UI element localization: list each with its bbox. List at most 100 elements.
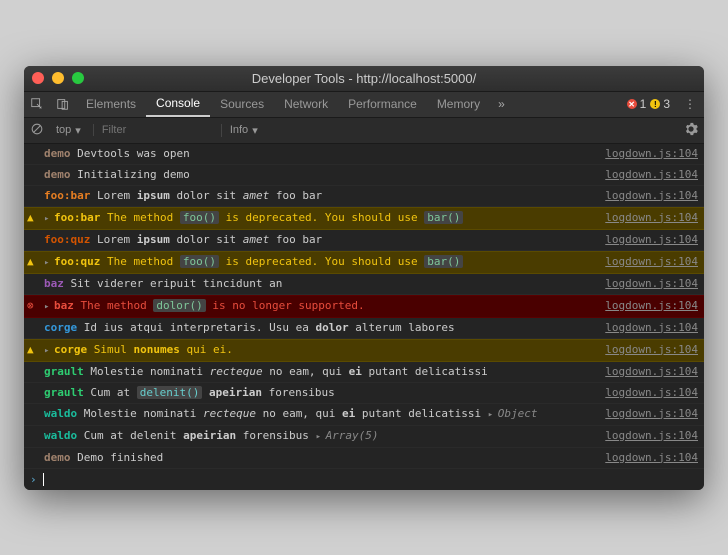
clear-console-icon[interactable]: [30, 122, 44, 139]
error-badge[interactable]: ✕1: [627, 97, 647, 111]
log-message: waldo Cum at delenit apeirian forensibus…: [44, 428, 597, 445]
console-row: grault Cum at delenit() apeirian forensi…: [24, 383, 704, 404]
expand-icon[interactable]: ▸: [44, 211, 54, 227]
console-filter-bar: top ▾ Info ▾: [24, 118, 704, 144]
console-row: demo Demo finishedlogdown.js:104: [24, 448, 704, 469]
source-link[interactable]: logdown.js:104: [597, 188, 698, 204]
tab-network[interactable]: Network: [274, 92, 338, 117]
expand-icon[interactable]: ▸: [44, 343, 54, 359]
expand-icon[interactable]: ▸: [44, 299, 54, 315]
level-label: Info: [230, 124, 248, 136]
log-prefix: grault: [44, 386, 84, 399]
warning-icon: !: [650, 99, 660, 109]
main-toolbar: ElementsConsoleSourcesNetworkPerformance…: [24, 92, 704, 118]
chevron-down-icon: ▾: [252, 124, 258, 137]
log-prefix: corge: [44, 321, 77, 334]
log-message: foo:bar Lorem ipsum dolor sit amet foo b…: [44, 188, 597, 204]
console-row: corge Id ius atqui interpretaris. Usu ea…: [24, 318, 704, 339]
prompt-caret-icon: ›: [30, 473, 37, 486]
console-prompt[interactable]: ›: [24, 469, 704, 490]
error-icon: ⊗: [27, 299, 34, 312]
console-row: demo Devtools was openlogdown.js:104: [24, 144, 704, 165]
console-row: baz Sit viderer eripuit tincidunt anlogd…: [24, 274, 704, 295]
log-prefix: baz: [54, 299, 74, 312]
zoom-button[interactable]: [72, 72, 84, 84]
inspect-icon[interactable]: [24, 91, 50, 117]
expand-icon[interactable]: ▸: [44, 255, 54, 271]
tab-elements[interactable]: Elements: [76, 92, 146, 117]
log-prefix: foo:quz: [44, 233, 90, 246]
source-link[interactable]: logdown.js:104: [597, 146, 698, 162]
source-link[interactable]: logdown.js:104: [597, 450, 698, 466]
minimize-button[interactable]: [52, 72, 64, 84]
warning-icon: ▲: [27, 343, 34, 356]
traffic-lights: [32, 72, 84, 84]
devtools-window: Developer Tools - http://localhost:5000/…: [24, 66, 704, 490]
source-link[interactable]: logdown.js:104: [597, 342, 698, 359]
console-output: demo Devtools was openlogdown.js:104demo…: [24, 144, 704, 490]
source-link[interactable]: logdown.js:104: [597, 406, 698, 423]
source-link[interactable]: logdown.js:104: [597, 428, 698, 445]
source-link[interactable]: logdown.js:104: [597, 167, 698, 183]
error-icon: ✕: [627, 99, 637, 109]
log-message: demo Demo finished: [44, 450, 597, 466]
tab-sources[interactable]: Sources: [210, 92, 274, 117]
log-message: ▸corge Simul nonumes qui ei.: [44, 342, 597, 359]
more-tabs-icon[interactable]: »: [490, 97, 513, 111]
console-row: foo:quz Lorem ipsum dolor sit amet foo b…: [24, 230, 704, 251]
console-row: ▲ ▸foo:quz The method foo() is deprecated…: [24, 251, 704, 274]
panel-tabs: ElementsConsoleSourcesNetworkPerformance…: [76, 92, 490, 117]
close-button[interactable]: [32, 72, 44, 84]
log-level-selector[interactable]: Info ▾: [221, 124, 258, 137]
log-prefix: foo:quz: [54, 255, 100, 268]
device-toggle-icon[interactable]: [50, 91, 76, 117]
log-message: foo:quz Lorem ipsum dolor sit amet foo b…: [44, 232, 597, 248]
filter-input[interactable]: [93, 124, 213, 136]
warning-badge[interactable]: !3: [650, 97, 670, 111]
kebab-menu-icon[interactable]: ⋮: [676, 97, 704, 111]
log-prefix: grault: [44, 365, 84, 378]
console-row: grault Molestie nominati recteque no eam…: [24, 362, 704, 383]
log-prefix: baz: [44, 277, 64, 290]
source-link[interactable]: logdown.js:104: [597, 364, 698, 380]
console-row: waldo Cum at delenit apeirian forensibus…: [24, 426, 704, 448]
log-message: grault Cum at delenit() apeirian forensi…: [44, 385, 597, 401]
log-message: ▸foo:quz The method foo() is deprecated.…: [44, 254, 597, 271]
warning-icon: ▲: [27, 255, 34, 268]
console-row: ▲ ▸corge Simul nonumes qui ei.logdown.js:…: [24, 339, 704, 362]
source-link[interactable]: logdown.js:104: [597, 210, 698, 227]
console-settings-icon[interactable]: [684, 122, 698, 139]
window-title: Developer Tools - http://localhost:5000/: [24, 71, 704, 86]
source-link[interactable]: logdown.js:104: [597, 276, 698, 292]
tab-memory[interactable]: Memory: [427, 92, 490, 117]
warning-icon: ▲: [27, 211, 34, 224]
console-row: demo Initializing demologdown.js:104: [24, 165, 704, 186]
context-label: top: [56, 124, 71, 136]
source-link[interactable]: logdown.js:104: [597, 385, 698, 401]
tab-console[interactable]: Console: [146, 92, 210, 117]
log-prefix: demo: [44, 168, 71, 181]
log-message: grault Molestie nominati recteque no eam…: [44, 364, 597, 380]
log-message: corge Id ius atqui interpretaris. Usu ea…: [44, 320, 597, 336]
console-row: foo:bar Lorem ipsum dolor sit amet foo b…: [24, 186, 704, 207]
console-row: ⊗ ▸baz The method dolor() is no longer su…: [24, 295, 704, 318]
log-prefix: waldo: [44, 407, 77, 420]
text-cursor: [43, 473, 44, 486]
log-message: demo Initializing demo: [44, 167, 597, 183]
log-prefix: corge: [54, 343, 87, 356]
log-message: ▸baz The method dolor() is no longer sup…: [44, 298, 597, 315]
source-link[interactable]: logdown.js:104: [597, 254, 698, 271]
tab-performance[interactable]: Performance: [338, 92, 427, 117]
log-message: ▸foo:bar The method foo() is deprecated.…: [44, 210, 597, 227]
source-link[interactable]: logdown.js:104: [597, 232, 698, 248]
status-badges: ✕1 !3: [627, 97, 676, 111]
log-prefix: foo:bar: [54, 211, 100, 224]
log-prefix: foo:bar: [44, 189, 90, 202]
source-link[interactable]: logdown.js:104: [597, 298, 698, 315]
log-message: demo Devtools was open: [44, 146, 597, 162]
source-link[interactable]: logdown.js:104: [597, 320, 698, 336]
console-row: waldo Molestie nominati recteque no eam,…: [24, 404, 704, 426]
execution-context-selector[interactable]: top ▾: [52, 124, 85, 137]
log-prefix: demo: [44, 147, 71, 160]
titlebar: Developer Tools - http://localhost:5000/: [24, 66, 704, 92]
